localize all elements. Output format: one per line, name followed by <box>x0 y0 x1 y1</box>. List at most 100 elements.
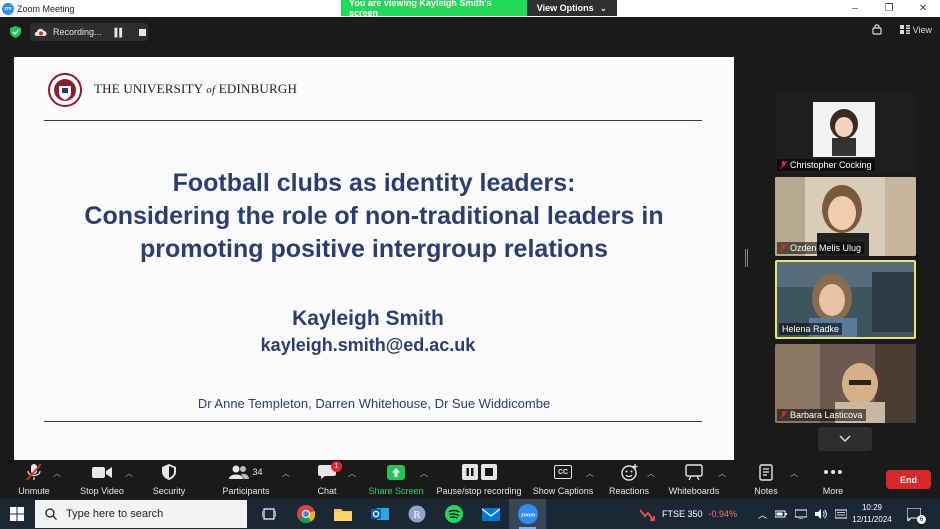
chevron-down-icon: ⌄ <box>599 2 608 13</box>
top-right-controls: View <box>872 24 932 35</box>
recording-label: Recording... <box>53 27 102 37</box>
university-name-city: EDINBURGH <box>218 81 298 96</box>
task-view-button[interactable] <box>250 499 287 529</box>
participants-button[interactable]: 34 Participants <box>206 463 286 496</box>
notes-label: Notes <box>754 486 778 496</box>
chat-options-caret-icon[interactable]: ︿ <box>348 468 356 479</box>
panel-resize-handle[interactable] <box>745 249 749 267</box>
view-options-label: View Options <box>536 3 594 13</box>
divider <box>44 120 702 121</box>
windows-logo-icon <box>10 507 24 521</box>
outlook-app[interactable] <box>361 499 398 529</box>
stock-ticker-widget[interactable]: FTSE 350 -0.94% <box>640 499 737 529</box>
whiteboards-label: Whiteboards <box>668 486 720 496</box>
chat-unread-badge: 1 <box>331 461 342 472</box>
mail-app[interactable] <box>472 499 509 529</box>
shield-icon <box>162 464 176 480</box>
slide-title-line: Football clubs as identity leaders: <box>172 169 576 197</box>
taskbar-search-box[interactable]: Type here to search <box>35 500 247 528</box>
more-label: More <box>822 486 844 496</box>
pause-stop-recording-button[interactable]: Pause/stop recording <box>436 463 522 496</box>
mail-icon <box>481 507 500 521</box>
close-button[interactable]: ✕ <box>906 0 940 17</box>
restore-button[interactable]: ❐ <box>872 0 906 17</box>
whiteboards-options-caret-icon[interactable]: ︿ <box>718 468 726 479</box>
user-lock-icon[interactable] <box>872 24 882 35</box>
outlook-icon <box>370 508 389 520</box>
end-meeting-button[interactable]: End <box>886 470 931 489</box>
zoom-icon: zoom <box>517 504 538 524</box>
file-explorer-app[interactable] <box>324 499 361 529</box>
minimize-button[interactable]: – <box>838 0 872 17</box>
whiteboard-icon <box>685 464 703 480</box>
recording-indicator[interactable]: Recording... ▌▌ <box>30 23 148 41</box>
university-name: THE UNIVERSITY of EDINBURGH <box>94 81 297 97</box>
zoom-logo-icon: zm <box>2 2 14 15</box>
participant-name: Barbara Lasticova <box>790 410 863 420</box>
participants-label: Participants <box>222 486 270 496</box>
svg-text:R: R <box>413 509 421 521</box>
share-screen-icon <box>387 464 405 480</box>
search-placeholder: Type here to search <box>66 508 164 520</box>
meeting-toolbar: Unmute ︿ Stop Video ︿ Security 34 Partic… <box>0 460 940 499</box>
audio-options-caret-icon[interactable]: ︿ <box>53 468 61 479</box>
participant-name: Ozden Melis Ulug <box>790 243 862 253</box>
zoom-app[interactable]: zoom <box>509 499 546 529</box>
mic-muted-icon <box>780 411 787 419</box>
slide-title: Football clubs as identity leaders: Cons… <box>14 167 734 266</box>
show-hidden-icons-icon[interactable]: ︿ <box>758 508 767 521</box>
notification-center-button[interactable]: 6 <box>906 506 926 524</box>
stop-recording-icon[interactable] <box>138 28 146 36</box>
clock-time: 10:29 <box>861 503 883 512</box>
participant-video-tile-active-speaker[interactable]: Helena Radke <box>775 260 916 339</box>
system-tray: ︿ <box>758 499 848 529</box>
notification-count: 6 <box>917 515 926 524</box>
gallery-scroll-down-button[interactable] <box>818 427 872 451</box>
view-button[interactable]: View <box>899 25 932 35</box>
security-button[interactable]: Security <box>129 463 209 496</box>
stop-video-label: Stop Video <box>80 486 124 496</box>
participant-name: Helena Radke <box>782 324 840 334</box>
participant-video-tile[interactable]: Barbara Lasticova <box>775 344 916 423</box>
presenter-email: kayleigh.smith@ed.ac.uk <box>260 335 476 355</box>
chat-label: Chat <box>317 486 337 496</box>
r-app-icon: R <box>408 505 425 523</box>
participant-video-tile[interactable]: Christopher Cocking <box>775 94 916 173</box>
participant-name-label: Christopher Cocking <box>777 159 875 171</box>
start-button[interactable] <box>0 499 34 529</box>
view-options-button[interactable]: View Options ⌄ <box>527 0 617 16</box>
search-icon <box>45 508 57 520</box>
title-bar: zm Zoom Meeting You are viewing Kayleigh… <box>0 0 940 18</box>
volume-icon[interactable] <box>815 509 827 519</box>
svg-text:zoom: zoom <box>520 513 534 519</box>
reactions-label: Reactions <box>608 486 650 496</box>
divider <box>44 421 702 422</box>
r-app[interactable]: R <box>398 499 435 529</box>
share-options-caret-icon[interactable]: ︿ <box>420 468 428 479</box>
participant-video-tile[interactable]: Ozden Melis Ulug <box>775 177 916 256</box>
spotify-app[interactable] <box>435 499 472 529</box>
chrome-app[interactable] <box>287 499 324 529</box>
clock[interactable]: 10:29 12/11/2024 <box>846 502 898 526</box>
university-name-part: THE UNIVERSITY <box>94 81 203 96</box>
cloud-record-icon <box>34 28 47 36</box>
battery-plug-icon[interactable] <box>775 509 788 519</box>
more-button[interactable]: More <box>793 463 873 496</box>
participants-icon <box>229 465 250 479</box>
window-controls: – ❐ ✕ <box>838 0 940 17</box>
task-view-icon <box>261 508 276 520</box>
stop-icon <box>480 464 497 480</box>
participant-name: Christopher Cocking <box>790 160 872 170</box>
clock-date: 12/11/2024 <box>852 515 892 524</box>
pause-recording-icon[interactable]: ▌▌ <box>115 28 125 37</box>
windows-taskbar: Type here to search R zoom FTSE 350 -0.9… <box>0 499 940 529</box>
smiley-add-icon <box>620 463 637 481</box>
participant-name-label: Barbara Lasticova <box>777 409 866 421</box>
share-banner: You are viewing Kayleigh Smith's screen … <box>341 0 617 18</box>
meeting-top-bar: Recording... ▌▌ View <box>0 17 940 47</box>
stock-chart-icon <box>640 509 655 521</box>
viewing-screen-label: You are viewing Kayleigh Smith's screen <box>341 0 527 18</box>
video-camera-icon <box>92 466 112 478</box>
shield-check-icon[interactable] <box>10 26 21 38</box>
network-icon[interactable] <box>795 509 808 519</box>
